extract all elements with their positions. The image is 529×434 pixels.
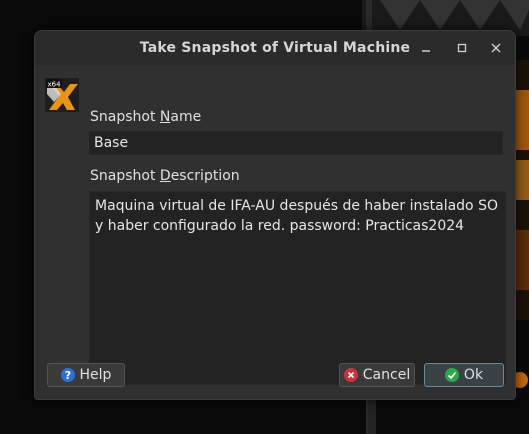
snapshot-description-textarea[interactable]: Maquina virtual de IFA-AU después de hab…	[89, 191, 506, 385]
label-text: Snapshot	[90, 109, 160, 125]
ok-icon	[444, 368, 459, 382]
badge-text: x64	[47, 81, 61, 89]
ok-button-label: Ok	[463, 367, 484, 383]
snapshot-dialog: Take Snapshot of Virtual Machine x64 Sna…	[34, 30, 516, 400]
minimize-icon[interactable]	[418, 40, 434, 56]
snapshot-name-input[interactable]: Base	[89, 131, 503, 155]
ok-button[interactable]: Ok	[424, 363, 504, 387]
label-text: ame	[170, 109, 202, 125]
os-logo-icon: x64	[45, 78, 79, 112]
label-text: Snapshot	[90, 168, 160, 184]
help-button[interactable]: ? Help	[47, 363, 125, 387]
close-icon[interactable]	[488, 40, 504, 56]
snapshot-description-label: Snapshot Description	[90, 168, 240, 184]
snapshot-name-label: Snapshot Name	[90, 109, 201, 125]
cancel-icon	[343, 368, 358, 382]
label-mnemonic: N	[159, 109, 171, 125]
cancel-button[interactable]: Cancel	[339, 363, 415, 387]
help-icon: ?	[60, 368, 75, 382]
label-mnemonic: D	[159, 168, 171, 184]
svg-text:?: ?	[64, 369, 70, 382]
cancel-button-label: Cancel	[362, 367, 411, 383]
window-title: Take Snapshot of Virtual Machine	[139, 40, 411, 56]
dialog-content: x64 Snapshot Name Base Snapshot Descript…	[35, 65, 515, 399]
maximize-icon[interactable]	[454, 40, 470, 56]
label-text: escription	[170, 168, 240, 184]
help-button-label: Help	[79, 367, 112, 383]
title-bar[interactable]: Take Snapshot of Virtual Machine	[35, 31, 515, 65]
